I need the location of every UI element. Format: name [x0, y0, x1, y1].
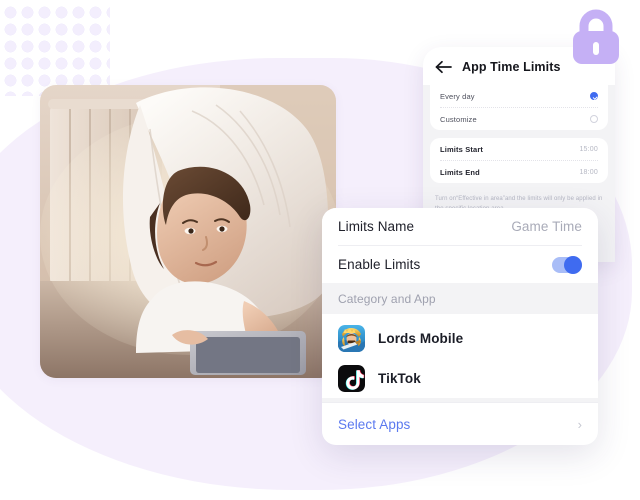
list-item[interactable]: Lords Mobile — [338, 318, 582, 358]
schedule-option-label: Every day — [440, 91, 475, 101]
limits-name-row[interactable]: Limits Name Game Time — [338, 208, 582, 245]
limits-detail-card: Limits Name Game Time Enable Limits Cate… — [322, 208, 598, 445]
limits-name-label: Limits Name — [338, 219, 415, 234]
select-apps-row[interactable]: Select Apps › — [322, 402, 598, 445]
schedule-options-card: Every day Customize — [430, 85, 608, 130]
limits-time-card: Limits Start 15:00 Limits End 18:00 — [430, 138, 608, 183]
dot-grid-decoration — [2, 4, 110, 96]
arrow-left-icon[interactable] — [435, 60, 452, 74]
app-name: TikTok — [378, 370, 421, 386]
limits-start-label: Limits Start — [440, 144, 484, 154]
schedule-option-label: Customize — [440, 114, 477, 124]
lords-mobile-icon — [338, 324, 365, 352]
limits-name-value: Game Time — [511, 219, 582, 234]
radio-unselected-icon[interactable] — [590, 115, 598, 123]
enable-limits-toggle[interactable] — [552, 255, 582, 274]
lock-icon — [560, 4, 632, 70]
schedule-option-every-day[interactable]: Every day — [440, 85, 598, 108]
limits-end-label: Limits End — [440, 167, 480, 177]
chevron-right-icon: › — [577, 416, 582, 432]
selected-apps-list: Lords Mobile TikTok — [322, 314, 598, 398]
limits-end-value: 18:00 — [579, 168, 598, 176]
toggle-knob — [564, 255, 582, 274]
enable-limits-row[interactable]: Enable Limits — [338, 245, 582, 283]
hero-photo — [40, 85, 336, 378]
enable-limits-label: Enable Limits — [338, 257, 421, 272]
list-item[interactable]: TikTok — [338, 358, 582, 398]
limits-end-row[interactable]: Limits End 18:00 — [440, 161, 598, 183]
tiktok-icon — [338, 364, 365, 392]
limits-summary-block: Limits Name Game Time Enable Limits — [322, 208, 598, 283]
select-apps-label: Select Apps — [338, 416, 411, 432]
app-name: Lords Mobile — [378, 330, 464, 346]
category-and-app-title: Category and App — [338, 292, 436, 306]
panel-title: App Time Limits — [462, 60, 561, 74]
radio-selected-icon[interactable] — [590, 92, 598, 100]
schedule-option-customize[interactable]: Customize — [440, 108, 598, 130]
limits-start-row[interactable]: Limits Start 15:00 — [440, 138, 598, 161]
limits-start-value: 15:00 — [579, 145, 598, 153]
